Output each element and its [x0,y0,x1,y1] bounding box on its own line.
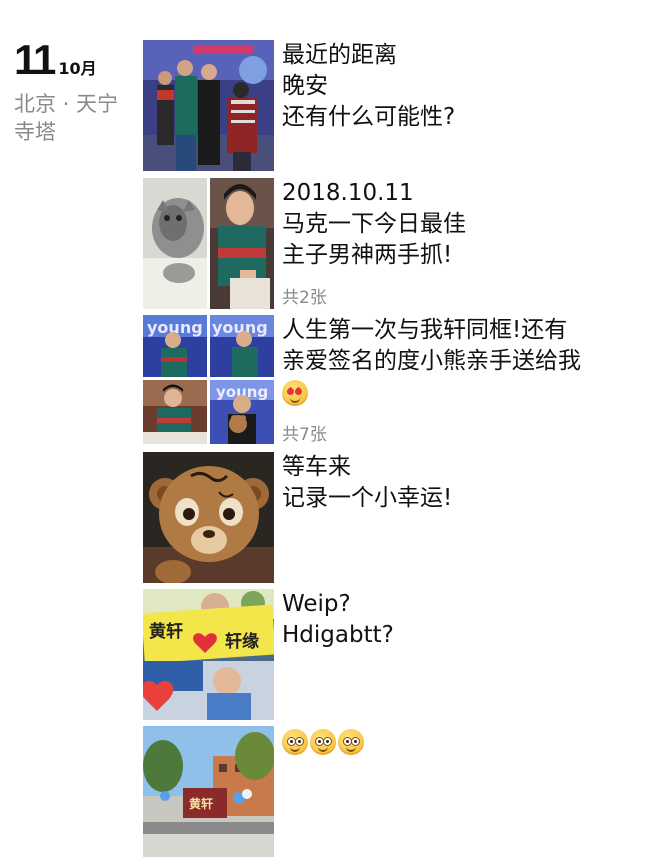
post-text [282,726,638,757]
photo-stage-2: young [210,315,274,377]
post-item[interactable]: 最近的距离 晚安 还有什么可能性? [143,40,638,171]
post-item[interactable]: 2018.10.11 马克一下今日最佳 主子男神两手抓! 共2张 [143,178,638,309]
post-text: Weip? Hdigabtt? [282,589,638,651]
post-item[interactable]: young young young 人生第一次与我轩同框!还有 亲爱签名的度小熊… [143,315,638,446]
post-item[interactable]: 黄轩 轩缘 Weip? Hdigabtt? [143,589,638,720]
photo-pagoda-street: 黄轩 [143,726,274,857]
date-block: 11 10月 北京 · 天宁 寺塔 [14,38,139,146]
post-text: 最近的距离 晚安 还有什么可能性? [282,40,638,133]
photo-cat [143,178,207,309]
post-text-line: 人生第一次与我轩同框!还有 [282,317,568,343]
post-text: 等车来 记录一个小幸运! [282,452,638,514]
svg-text:黄轩: 黄轩 [149,621,183,642]
post-thumbnail[interactable] [143,178,274,309]
post-text: 2018.10.11 马克一下今日最佳 主子男神两手抓! [282,178,638,271]
flushed-face-emoji-icon [310,728,336,755]
post-text-line: 2018.10.11 [282,180,414,206]
post-thumbnail[interactable]: 黄轩 [143,726,274,857]
photo-count: 共2张 [282,288,327,308]
svg-text:黄轩: 黄轩 [189,796,213,811]
post-thumbnail[interactable] [143,452,274,583]
post-thumbnail[interactable] [143,40,274,171]
photo-stage-1: young [143,315,207,377]
photo-fan-banner: 黄轩 轩缘 [143,589,274,720]
post-text-line: 还有什么可能性? [282,104,456,130]
post-thumbnail[interactable]: 黄轩 轩缘 [143,589,274,720]
location-line-1: 北京 · 天宁 [14,92,119,116]
date-month: 10月 [58,59,97,78]
post-text-line: 马克一下今日最佳 [282,211,466,237]
post-thumbnail[interactable]: young young young [143,315,274,446]
post-emoji-line [282,726,638,757]
photo-teddy-bear [143,452,274,583]
flushed-face-emoji-icon [338,728,364,755]
photo-stage-event [143,40,274,171]
post-text-line: 晚安 [282,73,328,99]
post-text-line: 最近的距离 [282,42,397,68]
flushed-face-emoji-icon [282,728,308,755]
svg-text:轩缘: 轩缘 [225,631,259,652]
post-text-line: Hdigabtt? [282,622,394,648]
photo-signing-table [143,380,207,444]
post-text-line: 主子男神两手抓! [282,242,453,268]
date-day: 11 [14,36,56,83]
post-item[interactable]: 黄轩 [143,726,638,857]
post-emoji-line [282,377,638,408]
post-text-line: 等车来 [282,454,351,480]
location-line-2: 寺塔 [14,120,56,144]
post-text-line: 亲爱签名的度小熊亲手送给我 [282,348,581,374]
location-label[interactable]: 北京 · 天宁 寺塔 [14,90,139,146]
post-text-line: Weip? [282,591,351,617]
photo-count: 共7张 [282,425,327,445]
post-text: 人生第一次与我轩同框!还有 亲爱签名的度小熊亲手送给我 [282,315,638,408]
heart-eyes-emoji-icon [282,379,308,406]
photo-bear-gift: young [210,380,274,444]
post-item[interactable]: 等车来 记录一个小幸运! [143,452,638,583]
post-text-line: 记录一个小幸运! [282,485,453,511]
photo-man-signing [210,178,274,309]
date-heading: 11 10月 [14,38,139,82]
